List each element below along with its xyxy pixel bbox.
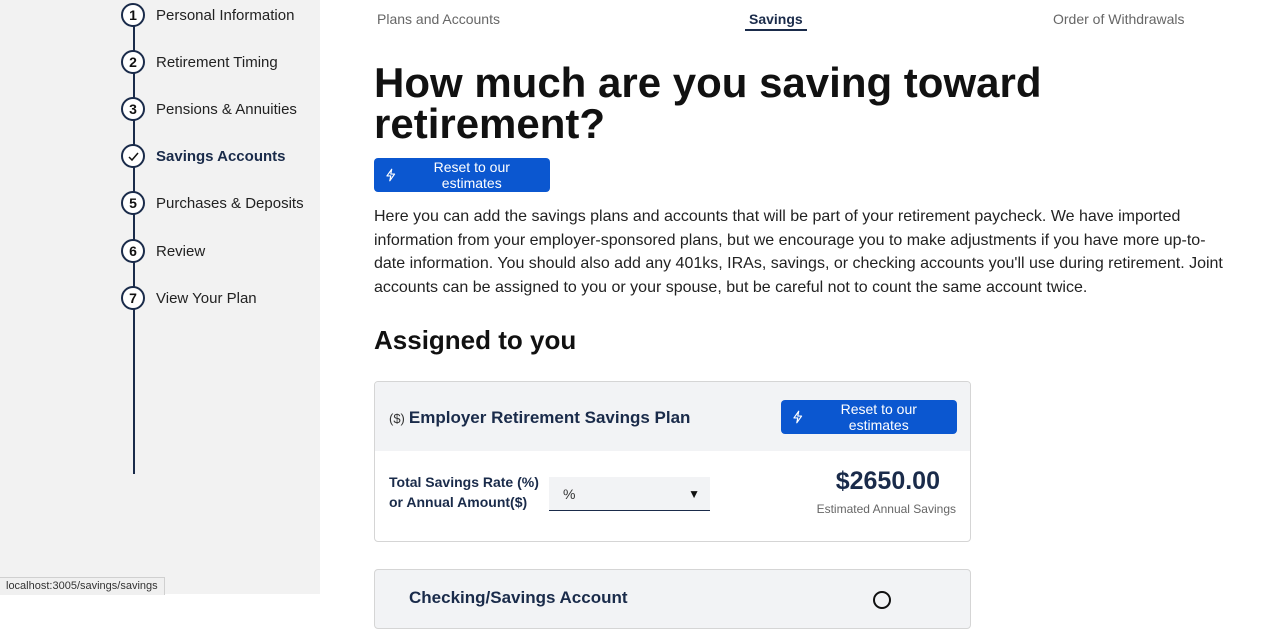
step-number: 1 (121, 3, 145, 27)
section-title: Assigned to you (374, 325, 577, 355)
intro-text: Here you can add the savings plans and a… (374, 208, 1223, 296)
caret-down-icon: ▼ (688, 487, 700, 501)
card-reset-estimates-button[interactable]: Reset to our estimates (781, 400, 957, 434)
reset-estimates-button[interactable]: Reset to our estimates (374, 158, 550, 192)
lightning-icon (386, 168, 396, 182)
savings-rate-label-line2: or Annual Amount($) (389, 494, 528, 510)
step-personal-information[interactable]: 1 Personal Information (121, 1, 381, 29)
step-retirement-timing[interactable]: 2 Retirement Timing (121, 48, 381, 76)
step-purchases-deposits[interactable]: 5 Purchases & Deposits (121, 189, 381, 217)
savings-rate-label-line1: Total Savings Rate (%) (389, 474, 539, 490)
step-number: 2 (121, 50, 145, 74)
step-label: Personal Information (156, 6, 295, 24)
card-reset-label: Reset to our estimates (840, 401, 917, 433)
step-number: 3 (121, 97, 145, 121)
select-value: % (563, 486, 576, 502)
page-title: How much are you saving toward retiremen… (374, 59, 1042, 147)
estimated-amount-caption: Estimated Annual Savings (816, 502, 956, 516)
tab-order-of-withdrawals[interactable]: Order of Withdrawals (1053, 11, 1184, 27)
card-title: ($) Employer Retirement Savings Plan (389, 408, 690, 428)
tab-savings[interactable]: Savings (749, 11, 803, 27)
step-number: 7 (121, 286, 145, 310)
card2-title: Checking/Savings Account (409, 588, 628, 607)
step-label: Pensions & Annuities (156, 100, 297, 118)
step-label: Retirement Timing (156, 53, 278, 71)
dollar-prefix: ($) (389, 411, 405, 426)
step-label: View Your Plan (156, 289, 257, 307)
step-label: Purchases & Deposits (156, 194, 304, 212)
tab-plans-and-accounts[interactable]: Plans and Accounts (377, 11, 500, 27)
savings-rate-select[interactable]: % ▼ (549, 477, 710, 511)
savings-rate-label: Total Savings Rate (%) or Annual Amount(… (389, 472, 539, 512)
active-tab-indicator (745, 29, 807, 31)
browser-status-url: localhost:3005/savings/savings (0, 577, 165, 595)
step-number: 5 (121, 191, 145, 215)
step-label: Review (156, 242, 206, 260)
card-title-text: Employer Retirement Savings Plan (408, 408, 691, 427)
step-review[interactable]: 6 Review (121, 237, 381, 265)
step-label: Savings Accounts (156, 147, 286, 165)
check-icon (121, 144, 145, 168)
reset-estimates-label: Reset to our estimates (433, 159, 510, 191)
employer-plan-card: ($) Employer Retirement Savings Plan Rese… (374, 381, 971, 542)
sidebar: 1 Personal Information 2 Retirement Timi… (0, 0, 320, 594)
estimated-amount: $2650.00 (835, 467, 940, 495)
lightning-icon (793, 410, 803, 424)
step-savings-accounts[interactable]: Savings Accounts (121, 142, 381, 170)
checking-savings-card: Checking/Savings Account (374, 569, 971, 629)
step-number: 6 (121, 239, 145, 263)
step-pensions-annuities[interactable]: 3 Pensions & Annuities (121, 95, 381, 123)
card-header: ($) Employer Retirement Savings Plan Rese… (375, 382, 970, 451)
step-view-your-plan[interactable]: 7 View Your Plan (121, 284, 381, 312)
